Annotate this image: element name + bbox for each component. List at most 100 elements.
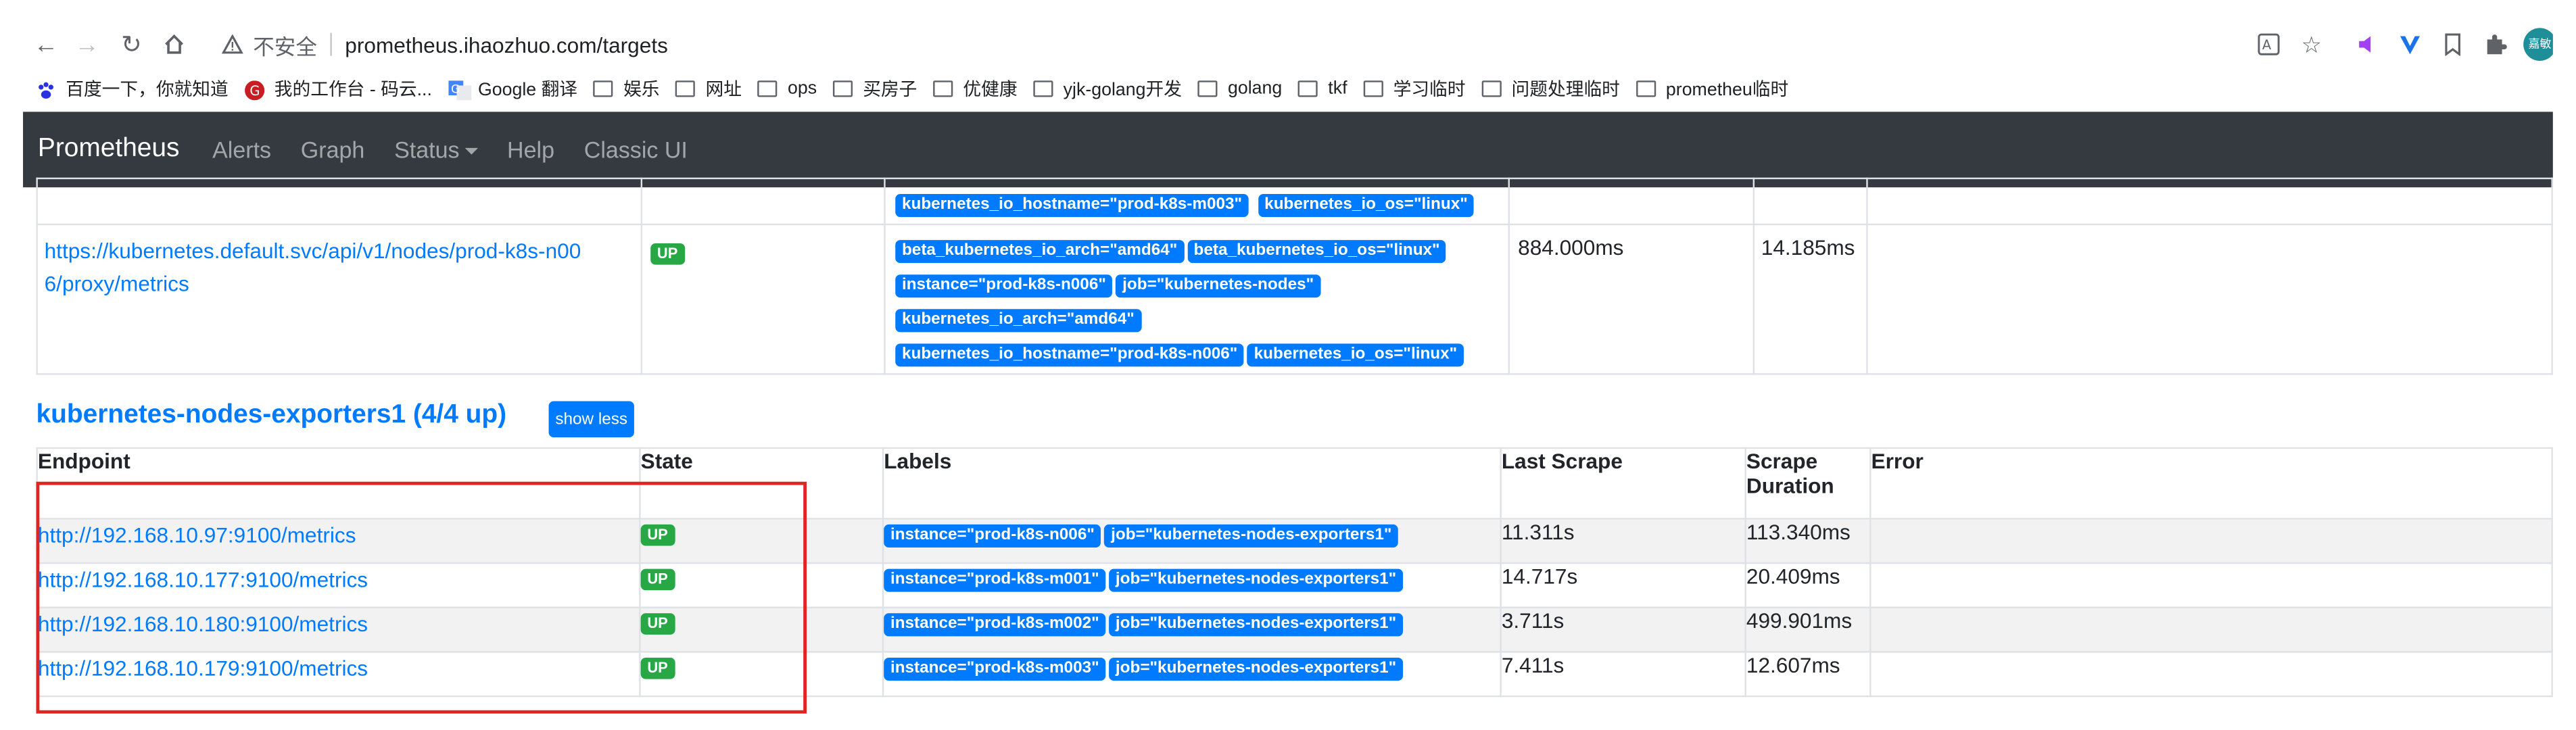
label-badge: job="kubernetes-nodes-exporters1": [1109, 613, 1403, 637]
bookmark-folder[interactable]: ops: [758, 79, 817, 99]
folder-icon: [1298, 80, 1318, 97]
last-scrape-cell: 14.717s: [1500, 562, 1746, 608]
prometheus-navbar: Prometheus Alerts Graph Status Help Clas…: [23, 112, 2553, 188]
translate-page-icon[interactable]: A: [2254, 30, 2284, 59]
bookmark-folder[interactable]: yjk-golang开发: [1033, 76, 1182, 102]
show-less-button[interactable]: show less: [548, 401, 634, 438]
bookmark-label: 我的工作台 - 码云...: [274, 80, 432, 101]
bookmark-item[interactable]: G 我的工作台 - 码云...: [245, 76, 432, 102]
bookmark-label: 优健康: [963, 80, 1018, 101]
label-badge: instance="prod-k8s-m001": [884, 568, 1106, 592]
header-last-scrape: Last Scrape: [1500, 447, 1746, 520]
bookmark-folder[interactable]: 娱乐: [594, 76, 660, 102]
bookmark-folder[interactable]: 网址: [675, 76, 742, 102]
nav-help[interactable]: Help: [507, 137, 554, 163]
back-arrow-icon[interactable]: ←: [30, 28, 63, 61]
folder-icon: [933, 80, 953, 97]
browser-window: ← → ↻ 不安全 prometheus.ihaozhuo.com/target…: [23, 20, 2553, 721]
header-labels: Labels: [882, 447, 1502, 520]
brand-link[interactable]: Prometheus: [38, 135, 180, 164]
pool-title[interactable]: kubernetes-nodes-exporters1 (4/4 up): [36, 402, 506, 431]
bookmark-folder[interactable]: golang: [1198, 79, 1282, 99]
error-cell: [1869, 518, 2553, 564]
folder-icon: [1033, 80, 1054, 97]
translate-icon: G: [448, 80, 472, 101]
folder-icon: [1198, 80, 1218, 97]
profile-avatar[interactable]: 嘉敏: [2523, 28, 2553, 61]
bookmark-label: 娱乐: [623, 80, 660, 101]
bookmark-label: prometheu临时: [1665, 80, 1789, 101]
labels-cell: instance="prod-k8s-n006" job="kubernetes-…: [882, 518, 1502, 564]
label-badge: instance="prod-k8s-n006": [895, 274, 1113, 298]
last-scrape-cell: 884.000ms: [1508, 223, 1755, 375]
extension-v-icon[interactable]: [2395, 30, 2425, 59]
labels-cell: kubernetes_io_hostname="prod-k8s-m003" k…: [884, 177, 1510, 226]
prev-pool-table: kubernetes_io_hostname="prod-k8s-m003" k…: [36, 177, 2553, 375]
bookmark-label: Google 翻译: [477, 80, 578, 101]
address-bar[interactable]: 不安全 prometheus.ihaozhuo.com/targets: [207, 24, 2253, 64]
label-badge: instance="prod-k8s-n006": [884, 524, 1101, 548]
bookmark-folder[interactable]: 学习临时: [1363, 76, 1466, 102]
targets-content: kubernetes_io_hostname="prod-k8s-m003" k…: [23, 177, 2553, 721]
bookmark-label: 问题处理临时: [1511, 80, 1620, 101]
bookmark-label: ops: [788, 78, 817, 99]
url-text[interactable]: prometheus.ihaozhuo.com/targets: [345, 32, 668, 56]
scrape-duration-cell: 20.409ms: [1744, 562, 1871, 608]
label-badge: job="kubernetes-nodes-exporters1": [1109, 568, 1403, 592]
bookmark-label: 学习临时: [1393, 80, 1466, 101]
bookmark-item[interactable]: G Google 翻译: [448, 76, 577, 102]
warning-icon: [220, 33, 243, 56]
nav-graph[interactable]: Graph: [301, 137, 365, 163]
bookmark-folder[interactable]: prometheu临时: [1636, 76, 1788, 102]
folder-icon: [1481, 80, 1502, 97]
reload-icon[interactable]: ↻: [115, 28, 148, 61]
bookmark-star-icon[interactable]: ☆: [2297, 30, 2327, 59]
label-badge: kubernetes_io_os="linux": [1258, 194, 1475, 218]
folder-icon: [1636, 80, 1656, 97]
svg-text:G: G: [249, 83, 260, 99]
nav-classic-ui[interactable]: Classic UI: [584, 137, 688, 163]
bookmark-label: 百度一下，你就知道: [66, 80, 229, 101]
label-badge: beta_kubernetes_io_os="linux": [1187, 240, 1447, 264]
endpoint-link[interactable]: https://kubernetes.default.svc/api/v1/no…: [45, 235, 641, 301]
paw-icon: [36, 80, 55, 99]
error-cell: [1869, 606, 2553, 653]
forward-arrow-icon[interactable]: →: [70, 28, 103, 61]
reading-list-icon[interactable]: [2438, 30, 2468, 59]
endpoint-line: https://kubernetes.default.svc/api/v1/no…: [44, 238, 581, 264]
labels-cell: instance="prod-k8s-m002" job="kubernetes-…: [882, 606, 1502, 653]
insecure-label: 不安全: [253, 33, 317, 59]
labels-cell: instance="prod-k8s-m001" job="kubernetes-…: [882, 562, 1502, 608]
label-badge: beta_kubernetes_io_arch="amd64": [895, 240, 1184, 264]
bookmark-folder[interactable]: 买房子: [833, 76, 917, 102]
nav-alerts[interactable]: Alerts: [212, 137, 271, 163]
extension-speaker-icon[interactable]: [2352, 30, 2382, 59]
folder-icon: [833, 80, 853, 97]
state-badge: UP: [650, 243, 685, 265]
folder-icon: [758, 80, 778, 97]
label-badge: kubernetes_io_hostname="prod-k8s-m003": [895, 194, 1249, 218]
label-badge: kubernetes_io_os="linux": [1247, 343, 1464, 367]
last-scrape-cell: 7.411s: [1500, 651, 1746, 698]
bookmark-label: yjk-golang开发: [1063, 80, 1182, 101]
last-scrape-cell: 11.311s: [1500, 518, 1746, 564]
nav-status-dropdown[interactable]: Status: [394, 137, 478, 163]
bookmark-label: 买房子: [863, 80, 917, 101]
table-row: https://kubernetes.default.svc/api/v1/no…: [36, 223, 2553, 375]
bookmark-label: golang: [1227, 78, 1283, 99]
bookmark-folder[interactable]: 优健康: [933, 76, 1018, 102]
error-cell: [1866, 223, 2553, 375]
error-cell: [1869, 651, 2553, 698]
folder-icon: [594, 80, 614, 97]
bookmark-folder[interactable]: tkf: [1298, 78, 1347, 99]
folder-icon: [675, 80, 696, 97]
label-badge: job="kubernetes-nodes-exporters1": [1109, 657, 1403, 681]
extensions-puzzle-icon[interactable]: [2481, 30, 2510, 59]
browser-toolbar: ← → ↻ 不安全 prometheus.ihaozhuo.com/target…: [23, 20, 2553, 70]
bookmark-label: tkf: [1328, 78, 1347, 99]
bookmark-item[interactable]: 百度一下，你就知道: [36, 76, 229, 102]
home-icon[interactable]: [158, 28, 191, 61]
bookmark-folder[interactable]: 问题处理临时: [1481, 76, 1620, 102]
header-scrape-duration-line: Duration: [1746, 473, 1834, 499]
label-badge: job="kubernetes-nodes": [1116, 274, 1320, 298]
